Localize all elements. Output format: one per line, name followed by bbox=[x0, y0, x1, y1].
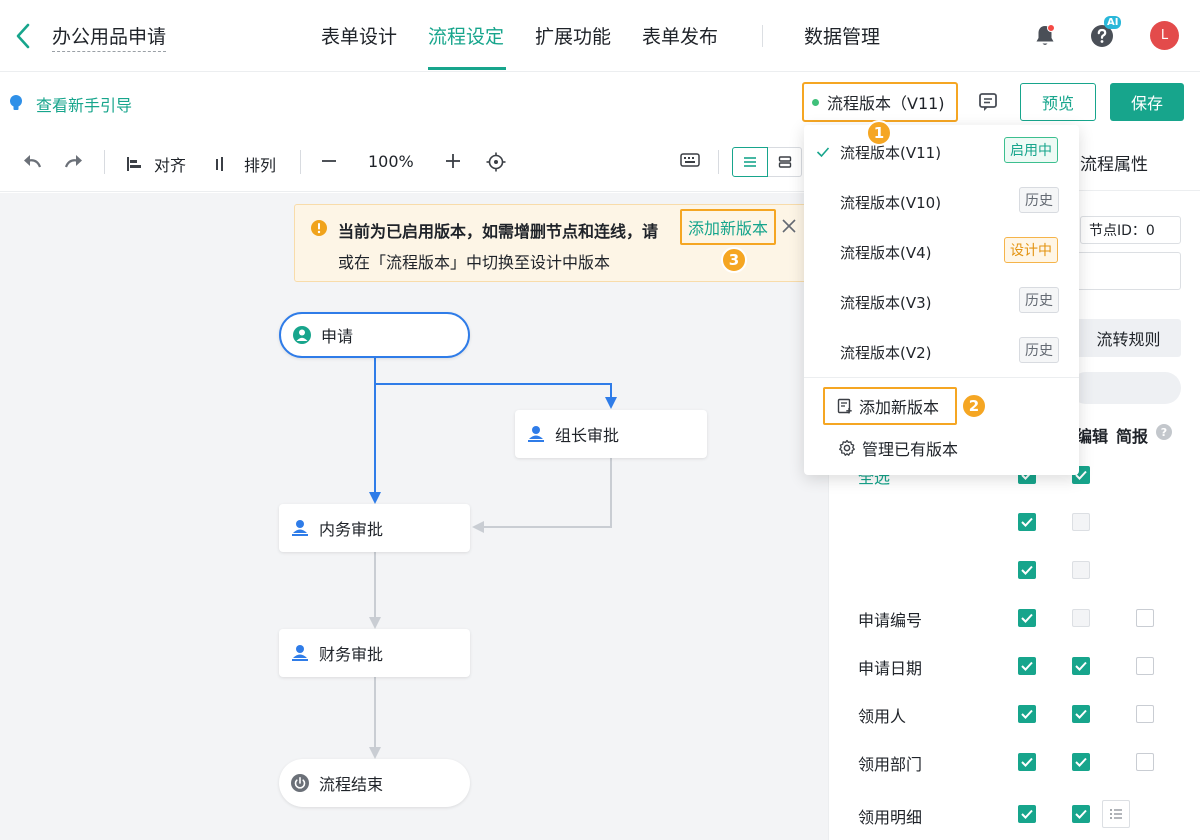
connector-apply-to-group bbox=[374, 358, 612, 400]
checkbox-unchecked[interactable] bbox=[1136, 705, 1154, 723]
checkbox-checked[interactable] bbox=[1072, 705, 1090, 723]
approver-icon bbox=[527, 425, 545, 443]
step-badge-3: 3 bbox=[721, 247, 747, 273]
node-process-end[interactable]: 流程结束 bbox=[279, 759, 470, 807]
arrow-head bbox=[369, 617, 381, 629]
checkbox-checked[interactable] bbox=[1018, 753, 1036, 771]
notification-bell-icon[interactable] bbox=[1034, 24, 1056, 52]
warning-message: 当前为已启用版本，如需增删节点和连线，请 bbox=[338, 222, 659, 241]
checkbox-checked[interactable] bbox=[1072, 805, 1090, 823]
user-avatar[interactable]: L bbox=[1150, 21, 1179, 50]
status-tag-designing: 设计中 bbox=[1004, 237, 1058, 263]
checkbox-checked[interactable] bbox=[1018, 805, 1036, 823]
field-label: 领用明细 bbox=[858, 808, 923, 827]
version-item[interactable]: 流程版本(V11) bbox=[840, 142, 941, 163]
manage-versions-item[interactable]: 管理已有版本 bbox=[838, 436, 958, 460]
arrow-head bbox=[369, 492, 381, 504]
preview-button[interactable]: 预览 bbox=[1020, 83, 1096, 121]
node-label: 流程结束 bbox=[319, 775, 384, 794]
checkbox-unchecked[interactable] bbox=[1136, 609, 1154, 627]
checkbox-checked[interactable] bbox=[1018, 609, 1036, 627]
connector-group-to-internal bbox=[482, 458, 612, 528]
field-label: 领用人 bbox=[858, 707, 907, 726]
gear-icon bbox=[839, 439, 855, 456]
column-header-brief: 简报 bbox=[1116, 427, 1149, 446]
node-label: 内务审批 bbox=[319, 520, 384, 539]
check-icon bbox=[816, 143, 830, 162]
status-tag-history: 历史 bbox=[1019, 287, 1059, 313]
checkbox-checked[interactable] bbox=[1018, 513, 1036, 531]
status-tag-history: 历史 bbox=[1019, 337, 1059, 363]
version-item[interactable]: 流程版本(V2) bbox=[840, 342, 932, 363]
field-label: 申请日期 bbox=[858, 659, 923, 678]
checkbox-checked[interactable] bbox=[1018, 657, 1036, 675]
version-item[interactable]: 流程版本(V4) bbox=[840, 242, 932, 263]
power-icon bbox=[291, 774, 309, 792]
warning-icon bbox=[310, 219, 328, 241]
add-file-icon bbox=[837, 398, 852, 414]
node-label: 财务审批 bbox=[319, 645, 384, 664]
node-group-leader-approval[interactable]: 组长审批 bbox=[515, 410, 707, 458]
node-finance-approval[interactable]: 财务审批 bbox=[279, 629, 470, 677]
checkbox-disabled bbox=[1072, 561, 1090, 579]
arrow-head bbox=[605, 397, 617, 409]
add-new-version-button[interactable]: 添加新版本 bbox=[823, 387, 957, 425]
step-badge-2: 2 bbox=[961, 393, 987, 419]
add-new-version-link[interactable]: 添加新版本 bbox=[680, 209, 777, 245]
node-internal-affairs-approval[interactable]: 内务审批 bbox=[279, 504, 470, 552]
status-tag-active: 启用中 bbox=[1004, 137, 1058, 163]
version-item[interactable]: 流程版本(V3) bbox=[840, 292, 932, 313]
checkbox-unchecked[interactable] bbox=[1136, 753, 1154, 771]
node-apply[interactable]: 申请 bbox=[279, 312, 470, 358]
save-button[interactable]: 保存 bbox=[1110, 83, 1184, 121]
node-label: 申请 bbox=[321, 327, 354, 346]
ai-badge: AI bbox=[1104, 16, 1122, 29]
field-label: 申请编号 bbox=[858, 611, 923, 630]
process-version-label: 流程版本（V11) bbox=[827, 94, 945, 113]
tab-flow-rules[interactable]: 流转规则 bbox=[1076, 319, 1181, 357]
column-header-edit: 编辑 bbox=[1076, 427, 1109, 446]
arrow-head bbox=[472, 521, 484, 533]
version-item[interactable]: 流程版本(V10) bbox=[840, 192, 941, 213]
node-label: 组长审批 bbox=[555, 426, 620, 445]
detail-list-icon[interactable] bbox=[1102, 800, 1130, 828]
arrow-head bbox=[369, 747, 381, 759]
add-new-version-label: 添加新版本 bbox=[859, 398, 940, 417]
field-search-input[interactable] bbox=[1070, 372, 1181, 404]
field-label: 领用部门 bbox=[858, 755, 923, 774]
panel-title: 流程属性 bbox=[1080, 155, 1148, 175]
checkbox-disabled bbox=[1072, 609, 1090, 627]
status-tag-history: 历史 bbox=[1019, 187, 1059, 213]
checkbox-checked[interactable] bbox=[1018, 561, 1036, 579]
checkbox-checked[interactable] bbox=[1018, 705, 1036, 723]
checkbox-unchecked[interactable] bbox=[1136, 657, 1154, 675]
checkbox-disabled bbox=[1072, 513, 1090, 531]
menu-divider bbox=[804, 377, 1079, 378]
manage-versions-label: 管理已有版本 bbox=[862, 440, 959, 459]
applicant-icon bbox=[293, 326, 311, 344]
warning-hint: 或在「流程版本」中切换至设计中版本 bbox=[338, 253, 611, 272]
comment-icon[interactable] bbox=[978, 92, 998, 116]
checkbox-checked[interactable] bbox=[1072, 753, 1090, 771]
approver-icon bbox=[291, 519, 309, 537]
node-name-input[interactable] bbox=[1070, 252, 1181, 290]
approver-icon bbox=[291, 644, 309, 662]
help-icon[interactable]: ? bbox=[1156, 424, 1172, 440]
close-icon[interactable] bbox=[780, 217, 798, 239]
step-badge-1: 1 bbox=[866, 120, 892, 146]
checkbox-checked[interactable] bbox=[1072, 657, 1090, 675]
node-id-label: 节点ID：0 bbox=[1080, 216, 1181, 244]
